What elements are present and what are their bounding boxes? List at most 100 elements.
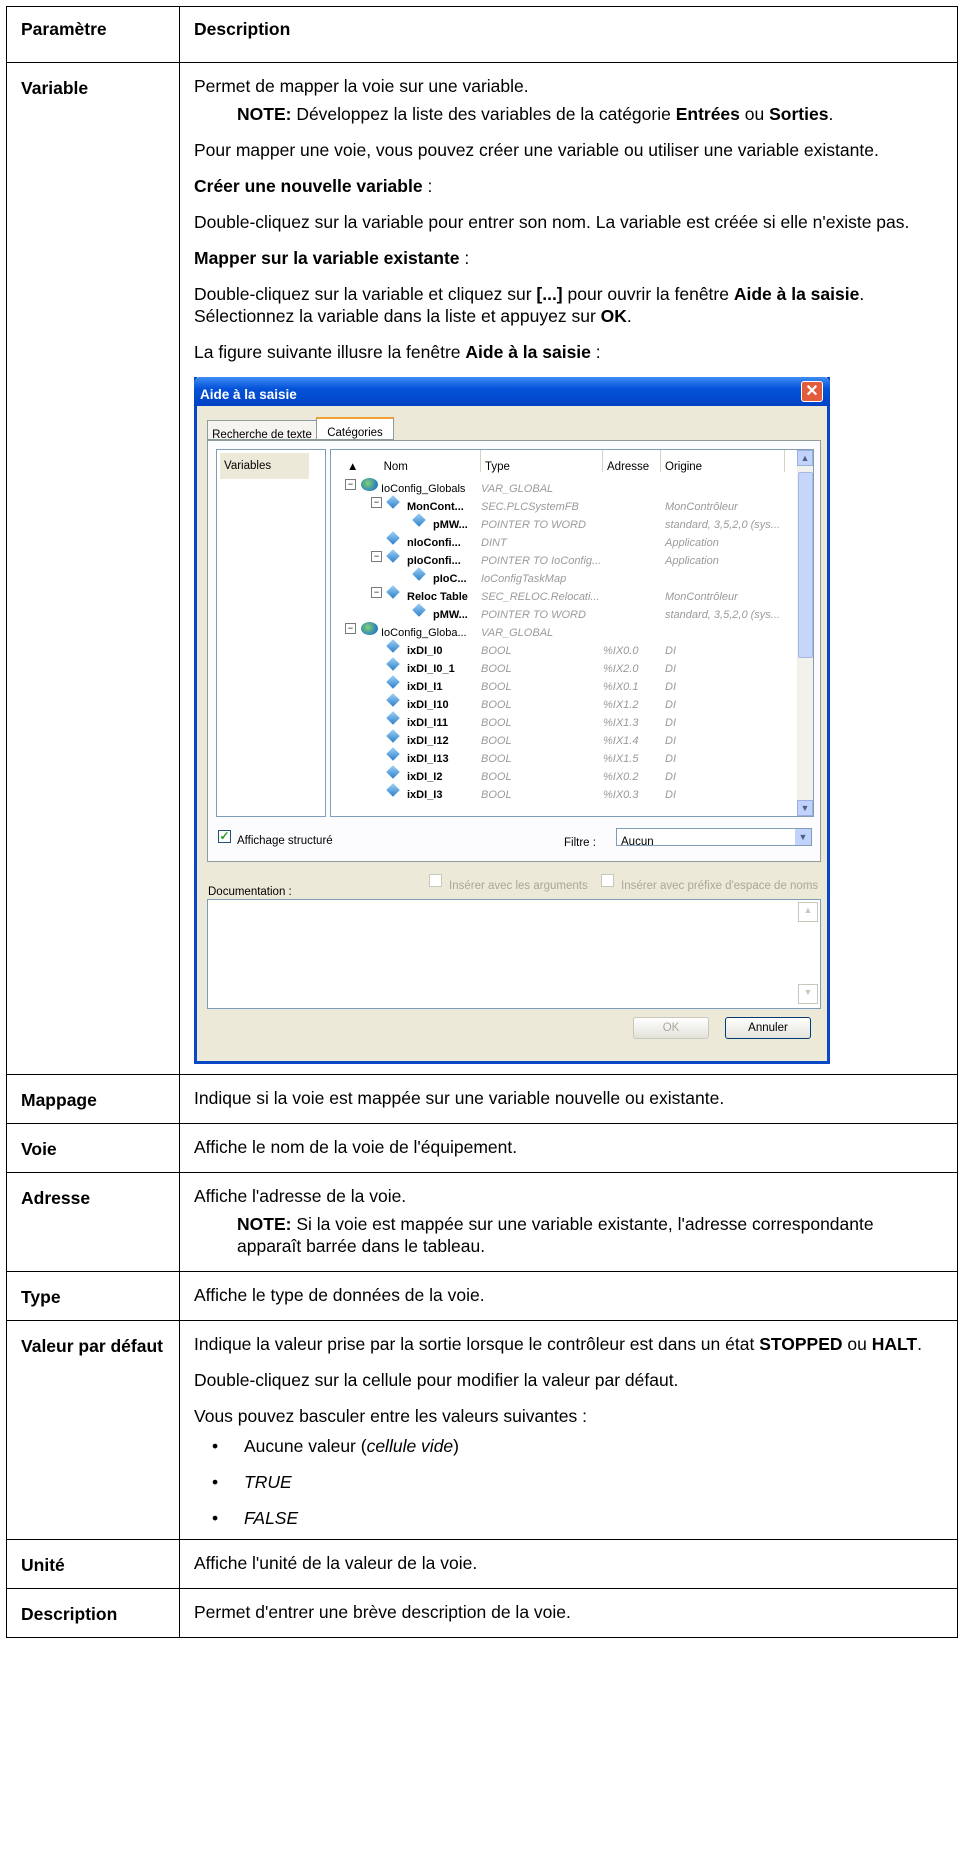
variable-icon [386,711,400,725]
input-assistant-dialog: Aide à la saisie ✕ Recherche de texte Ca… [194,377,830,1064]
variable-icon [386,549,400,563]
tab-categories[interactable]: Catégories [316,417,394,440]
para: Double-cliquez sur la variable et clique… [194,284,865,326]
para: La figure suivante illusre la fenêtre Ai… [194,342,601,362]
tree-row[interactable]: ixDI_I13 BOOL %IX1.5 DI [331,746,799,765]
row-label: Description [6,1588,180,1638]
tree-row[interactable]: ixDI_I0 BOOL %IX0.0 DI [331,638,799,657]
note: NOTE: Développez la liste des variables … [237,104,834,124]
table-row: Variable Permet de mapper la voie sur un… [6,62,958,1075]
documentation-area[interactable]: ▲ ▼ [207,899,821,1009]
tree-row[interactable]: pMW... POINTER TO WORD standard, 3,5,2,0 (… [331,512,799,531]
sort-icon: ▲ [347,461,359,473]
note: NOTE: Si la voie est mappée sur une vari… [237,1214,874,1256]
column-header-nom[interactable]: ▲ Nom [331,450,481,473]
ok-button[interactable]: OK [633,1017,709,1039]
scroll-down-icon[interactable]: ▼ [798,984,818,1004]
variable-icon [412,567,426,581]
cancel-button[interactable]: Annuler [725,1017,811,1039]
insert-prefix-label: Insérer avec préfixe d'espace de noms [621,880,819,892]
list-item[interactable]: Variables [220,453,309,479]
table-header-row: Paramètre Description [6,6,958,63]
tree-row[interactable]: − IoConfig_Globals VAR_GLOBAL [331,476,799,495]
parameter-table: Paramètre Description Variable Permet de… [6,6,958,1638]
variable-icon [386,729,400,743]
variable-icon [386,657,400,671]
tree-row[interactable]: − pIoConfi... POINTER TO IoConfig... Applic… [331,548,799,567]
table-row: Voie Affiche le nom de la voie de l'équi… [6,1123,958,1173]
row-desc: Affiche le nom de la voie de l'équipemen… [179,1123,958,1173]
structured-view-label: Affichage structuré [237,835,333,847]
variable-icon [386,783,400,797]
para: Mapper sur la variable existante : [194,248,470,268]
tree-row[interactable]: ixDI_I1 BOOL %IX0.1 DI [331,674,799,693]
column-header-origine[interactable]: Origine [661,450,785,473]
row-desc: Affiche l'adresse de la voie. NOTE: Si l… [179,1172,958,1272]
column-header-adresse[interactable]: Adresse [603,450,661,473]
insert-prefix-checkbox[interactable] [601,874,614,887]
filter-label: Filtre : [564,837,596,849]
para: Pour mapper une voie, vous pouvez créer … [194,140,879,160]
tree-row[interactable]: ixDI_I12 BOOL %IX1.4 DI [331,728,799,747]
tree-row[interactable]: pMW... POINTER TO WORD standard, 3,5,2,0 (… [331,602,799,621]
tree-row[interactable]: ixDI_I11 BOOL %IX1.3 DI [331,710,799,729]
table-row: Valeur par défaut Indique la valeur pris… [6,1320,958,1540]
row-desc: Indique si la voie est mappée sur une va… [179,1074,958,1124]
collapse-icon[interactable]: − [371,587,382,598]
variable-addr: %IX0.3 [603,789,639,801]
row-desc: Permet d'entrer une brève description de… [179,1588,958,1638]
variable-icon [386,639,400,653]
para: Permet de mapper la voie sur une variabl… [194,76,529,96]
variable-icon [386,765,400,779]
variable-icon [386,585,400,599]
tree-row[interactable]: − MonCont... SEC.PLCSystemFB MonContrôleur [331,494,799,513]
variable-origin: DI [665,789,676,801]
row-label: Type [6,1271,180,1321]
collapse-icon[interactable]: − [345,479,356,490]
globe-icon [361,622,378,635]
category-list: Variables [216,449,326,817]
close-icon[interactable]: ✕ [801,381,823,402]
vertical-scrollbar[interactable]: ▲ ▼ [797,450,813,816]
header-desc: Description [179,6,958,63]
row-label: Adresse [6,1172,180,1272]
insert-args-checkbox[interactable] [429,874,442,887]
tab-text-search[interactable]: Recherche de texte [207,420,317,441]
table-row: Mappage Indique si la voie est mappée su… [6,1074,958,1124]
tree-row[interactable]: ixDI_I3 BOOL %IX0.3 DI [331,782,799,801]
scroll-thumb[interactable] [798,472,813,658]
row-desc: Indique la valeur prise par la sortie lo… [179,1320,958,1540]
tree-row[interactable]: ixDI_I0_1 BOOL %IX2.0 DI [331,656,799,675]
table-row: Unité Affiche l'unité de la valeur de la… [6,1539,958,1589]
variable-icon [412,603,426,617]
variable-icon [386,747,400,761]
row-label: Valeur par défaut [6,1320,180,1540]
scroll-down-icon[interactable]: ▼ [797,800,813,816]
variable-name: ixDI_I3 [407,789,443,801]
collapse-icon[interactable]: − [371,551,382,562]
column-header-type[interactable]: Type [481,450,603,473]
header-param: Paramètre [6,6,180,63]
values-list: Aucune valeur (cellule vide) TRUE FALSE [194,1435,949,1529]
scroll-up-icon[interactable]: ▲ [798,902,818,922]
para: Double-cliquez sur la variable pour entr… [194,212,910,232]
filter-select[interactable]: Aucun ▼ [616,828,812,848]
structured-view-checkbox[interactable]: ✓ [218,830,231,843]
variable-icon [386,495,400,509]
tree-row[interactable]: ixDI_I2 BOOL %IX0.2 DI [331,764,799,783]
tree-row[interactable]: nIoConfi... DINT Application [331,530,799,549]
globe-icon [361,478,378,491]
row-label: Unité [6,1539,180,1589]
collapse-icon[interactable]: − [371,497,382,508]
list-item: FALSE [194,1507,949,1529]
tree-row[interactable]: − IoConfig_Globa... VAR_GLOBAL [331,620,799,639]
tree-row[interactable]: ixDI_I10 BOOL %IX1.2 DI [331,692,799,711]
table-row: Description Permet d'entrer une brève de… [6,1588,958,1638]
para: Créer une nouvelle variable : [194,176,433,196]
collapse-icon[interactable]: − [345,623,356,634]
tree-row[interactable]: pIoC... IoConfigTaskMap [331,566,799,585]
table-row: Type Affiche le type de données de la vo… [6,1271,958,1321]
scroll-up-icon[interactable]: ▲ [797,450,813,466]
variable-icon [412,513,426,527]
tree-row[interactable]: − Reloc Table SEC_RELOC.Relocati... MonCont… [331,584,799,603]
